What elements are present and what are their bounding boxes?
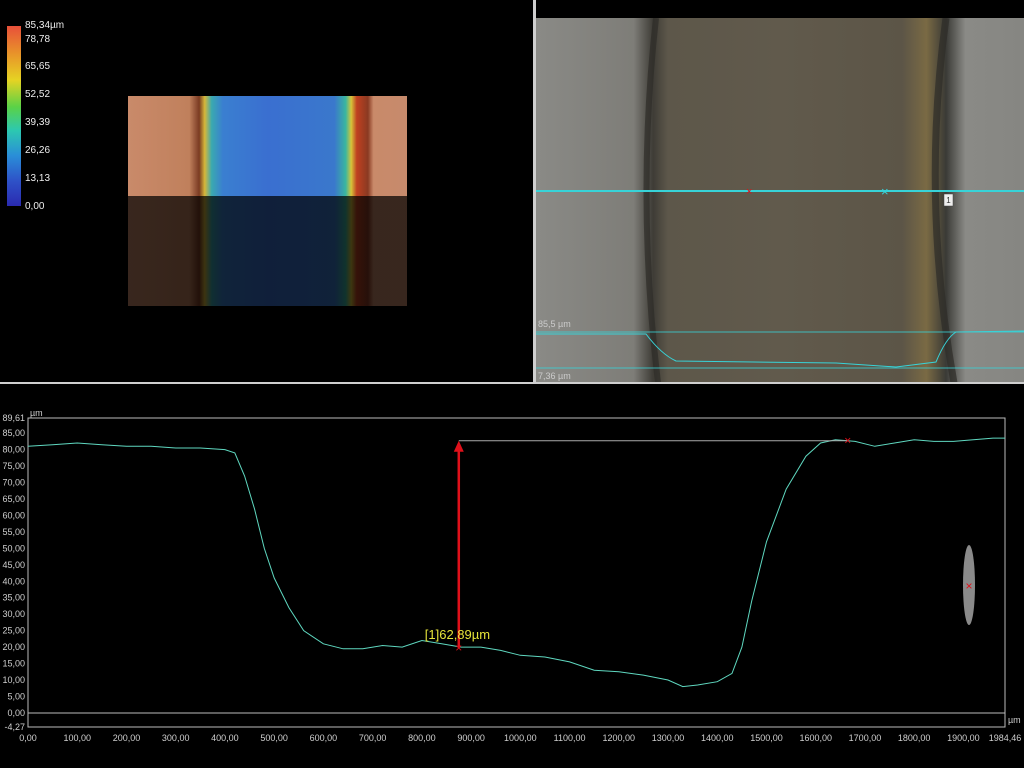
color-scale-bar [7, 26, 21, 206]
x-tick-label: 1600,00 [799, 733, 832, 743]
y-tick-label: 89,61 [2, 413, 25, 423]
scale-label-min: 0,00 [25, 201, 45, 212]
svg-text:×: × [746, 186, 752, 198]
x-tick-label: 1900,00 [947, 733, 980, 743]
scale-label-max: 85,34µm [25, 20, 65, 31]
profile-curve[interactable] [27, 437, 1005, 688]
x-tick-label: 0,00 [19, 733, 37, 743]
mini-profile-top-level: 85,5 µm [538, 319, 571, 329]
scale-label: 13,13 [25, 173, 51, 184]
arrow-head [453, 440, 464, 452]
y-tick-label: 20,00 [2, 642, 25, 652]
y-axis: 89,61 85,00 80,00 75,00 70,00 65,00 60,00 55,00… [2, 413, 25, 732]
profile-marker[interactable]: × [455, 641, 462, 655]
x-tick-label: 500,00 [260, 733, 288, 743]
scale-label: 52,52 [25, 89, 51, 100]
profile-marker[interactable]: × [844, 434, 851, 448]
view-handle-marker[interactable]: × [965, 579, 972, 593]
y-tick-label: 45,00 [2, 560, 25, 570]
y-tick-label: 55,00 [2, 527, 25, 537]
x-tick-label: 600,00 [310, 733, 338, 743]
x-tick-label: 1800,00 [898, 733, 931, 743]
x-tick-label: 1000,00 [504, 733, 537, 743]
x-tick-label: 200,00 [113, 733, 141, 743]
y-tick-label: 5,00 [7, 691, 25, 701]
scale-label: 65,65 [25, 61, 51, 72]
y-tick-label: 85,00 [2, 428, 25, 438]
profile-chart[interactable]: 89,61 85,00 80,00 75,00 70,00 65,00 60,00 55,00… [0, 384, 1024, 768]
y-tick-label: -4,27 [4, 722, 25, 732]
y-tick-label: 0,00 [7, 708, 25, 718]
x-tick-label: 800,00 [408, 733, 436, 743]
x-tick-label: 300,00 [162, 733, 190, 743]
x-tick-label: 1500,00 [750, 733, 783, 743]
x-axis-unit: µm [1008, 715, 1021, 725]
x-tick-label: 1700,00 [849, 733, 882, 743]
optical-image[interactable]: × × 1 85,5 µm 7,36 µm [536, 18, 1024, 383]
x-tick-label: 1984,46 [989, 733, 1022, 743]
x-tick-label: 1300,00 [652, 733, 685, 743]
scale-label: 78,78 [25, 34, 51, 45]
profile-marker-label: 1 [946, 196, 951, 205]
markers: ×× [455, 434, 851, 655]
scale-label: 39,39 [25, 117, 51, 128]
x-tick-label: 1200,00 [603, 733, 636, 743]
y-tick-label: 25,00 [2, 626, 25, 636]
x-tick-label: 400,00 [211, 733, 239, 743]
height-map-pane[interactable]: 85,34µm 78,78 65,65 52,52 39,39 26,26 13… [0, 0, 533, 383]
svg-text:×: × [881, 184, 889, 199]
y-tick-label: 80,00 [2, 445, 25, 455]
y-tick-label: 75,00 [2, 461, 25, 471]
y-tick-label: 60,00 [2, 510, 25, 520]
mini-profile-bottom-level: 7,36 µm [538, 371, 571, 381]
plot-frame [27, 417, 1006, 728]
y-tick-label: 10,00 [2, 675, 25, 685]
x-tick-label: 700,00 [359, 733, 387, 743]
x-tick-label: 1100,00 [554, 733, 586, 743]
y-tick-label: 15,00 [2, 659, 25, 669]
y-tick-label: 50,00 [2, 543, 25, 553]
scale-label: 26,26 [25, 145, 51, 156]
y-tick-label: 35,00 [2, 593, 25, 603]
y-tick-label: 70,00 [2, 478, 25, 488]
y-tick-label: 40,00 [2, 576, 25, 586]
x-tick-label: 100,00 [63, 733, 91, 743]
y-axis-unit: µm [30, 408, 43, 418]
x-axis: 0,00 100,00 200,00 300,00 400,00 500,00 600,00… [19, 733, 1021, 743]
optical-image-pane[interactable]: × × 1 85,5 µm 7,36 µm [536, 18, 1024, 383]
x-tick-label: 900,00 [457, 733, 485, 743]
height-map-render[interactable] [128, 96, 407, 306]
measurement-label: [1]62,89µm [425, 627, 490, 642]
y-tick-label: 30,00 [2, 609, 25, 619]
x-tick-label: 1400,00 [701, 733, 734, 743]
y-tick-label: 65,00 [2, 494, 25, 504]
